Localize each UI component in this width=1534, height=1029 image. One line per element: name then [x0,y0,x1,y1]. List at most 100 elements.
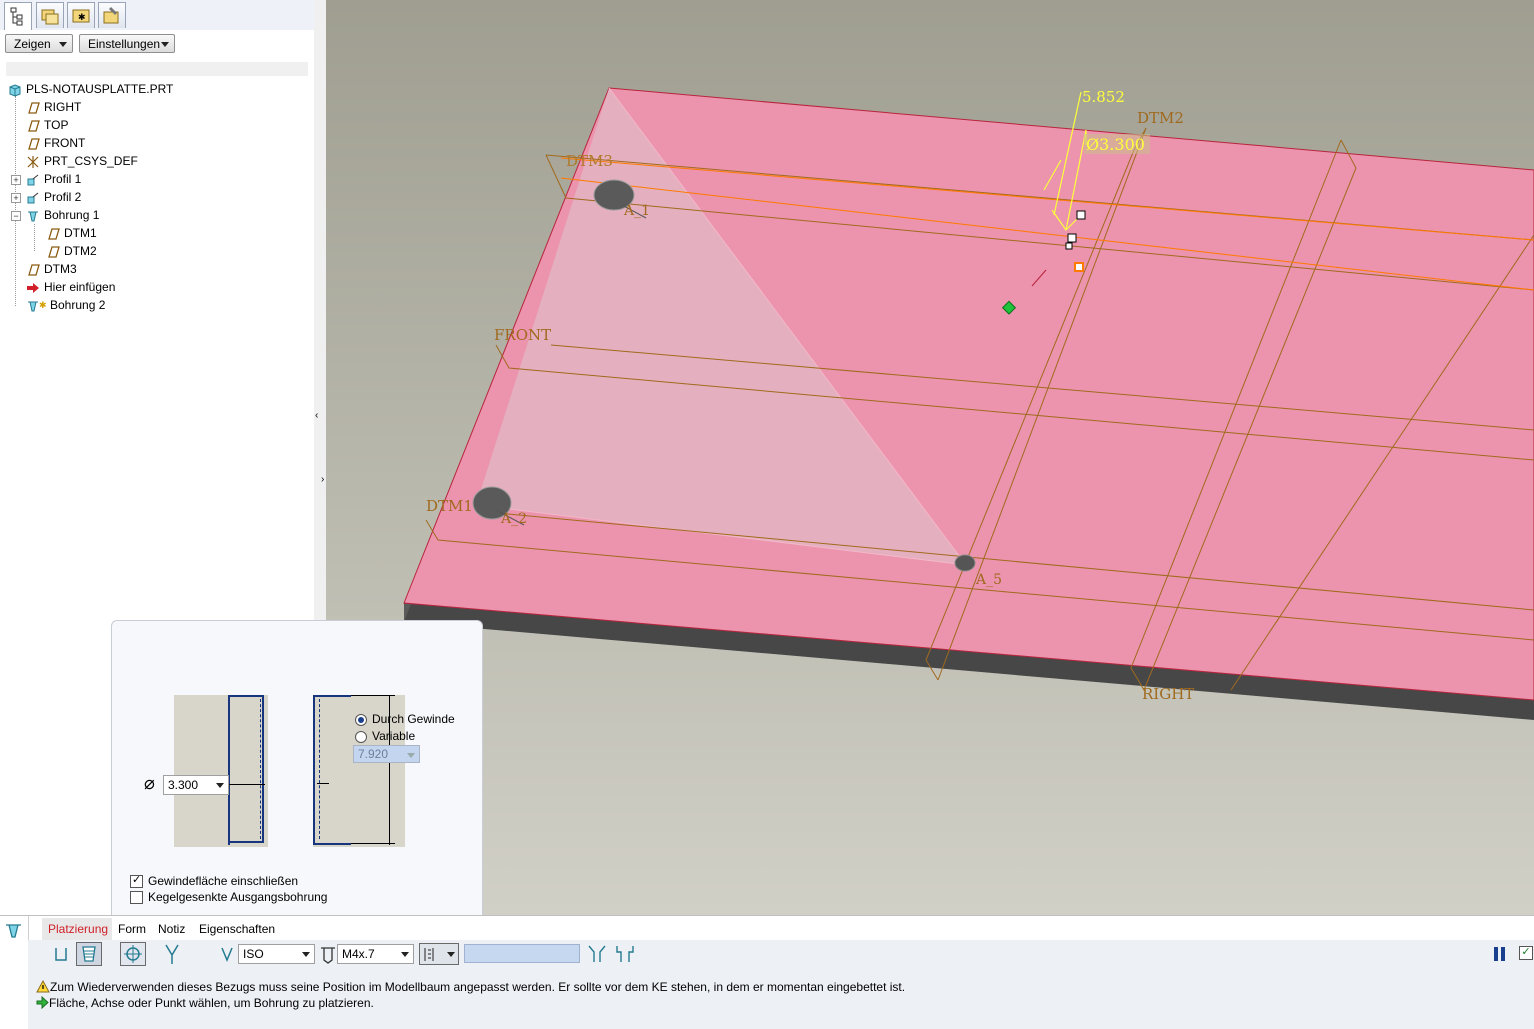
drag-handle[interactable] [1065,242,1073,250]
countersink-button[interactable] [584,942,610,966]
radio-variable-label: Variable [372,729,416,743]
standard-hole-button[interactable] [76,942,102,966]
checkbox-countersink-box[interactable] [130,891,143,905]
tree-item-insert-here[interactable]: Hier einfügen [26,278,115,296]
tab-placement[interactable]: Platzierung [42,918,115,940]
radio-through-thread[interactable]: Durch Gewinde [355,712,455,726]
message-area: Zum Wiederverwenden dieses Bezugs muss s… [28,974,1534,1029]
drag-handle[interactable] [1076,210,1086,220]
tab-model-tree[interactable] [4,2,32,30]
tab-properties[interactable]: Eigenschaften [193,918,281,940]
depth-value-field[interactable] [464,944,580,963]
datum-label-dtm3[interactable]: DTM3 [566,152,613,170]
tree-item-bohrung-1[interactable]: Bohrung 1 [26,206,99,224]
axis-label-a1[interactable]: A_1 [623,203,650,219]
dimension-diameter-label[interactable]: Ø3.300 [1086,135,1145,154]
datum-plane-icon [48,246,60,258]
checkmark-icon[interactable]: ✓ [1519,946,1533,960]
tree-item-profil-1[interactable]: Profil 1 [26,170,81,188]
message-warning: Zum Wiederverwenden dieses Bezugs muss s… [36,979,905,995]
diameter-combobox[interactable]: 3.300 [163,775,229,795]
datum-label-dtm1[interactable]: DTM1 [426,497,473,515]
model-tree-panel: ✱ Zeigen Einstellungen PLS-NOTAUSPLATTE.… [0,0,315,620]
tree-item-front[interactable]: FRONT [26,134,85,152]
model-graphics[interactable]: 5.852 Ø3.300 DTM2 DTM3 FRONT DTM1 RIGHT … [326,0,1534,915]
tab-shape-label: Form [118,922,146,936]
thread-dashed-line [319,699,320,839]
tree-toolbar: Zeigen Einstellungen [0,30,314,60]
tab-layers[interactable] [36,2,64,28]
graphics-window[interactable]: 5.852 Ø3.300 DTM2 DTM3 FRONT DTM1 RIGHT … [326,0,1534,915]
insert-arrow-icon [27,282,39,293]
tree-item-label: Bohrung 2 [50,298,106,312]
tree-item-bohrung-2[interactable]: ✱ Bohrung 2 [26,296,105,314]
radio-variable[interactable]: Variable [355,729,415,743]
tree-item-dtm2[interactable]: DTM2 [46,242,97,260]
settings-label: Einstellungen [88,37,161,51]
thread-outline [228,695,264,843]
dimension-distance-label[interactable]: 5.852 [1082,88,1125,106]
collapse-left-icon[interactable]: ‹ [315,410,318,421]
simple-hole-button[interactable] [48,942,74,966]
tree-item-right[interactable]: RIGHT [26,98,81,116]
checkbox-countersink-label: Kegelgesenkte Ausgangsbohrung [148,890,328,904]
checkbox-thread-surface-box[interactable]: ✓ [130,874,143,889]
expand-icon[interactable]: + [11,175,21,185]
datum-plane-icon [48,228,60,240]
radio-through-thread-button[interactable] [355,713,367,726]
message-warning-text: Zum Wiederverwenden dieses Bezugs muss s… [50,980,906,994]
drill-point-button[interactable] [160,942,186,966]
tree-item-dtm1[interactable]: DTM1 [46,224,97,242]
collapse-icon[interactable]: − [11,211,21,221]
show-dropdown[interactable]: Zeigen [5,34,73,53]
tree-item-label: Profil 2 [44,190,82,204]
tab-tools[interactable] [98,2,126,28]
expand-icon[interactable]: + [11,193,21,203]
favorites-folder-icon: ✱ [72,9,90,23]
chevron-down-icon [447,952,455,957]
checkbox-countersink[interactable]: Kegelgesenkte Ausgangsbohrung [130,890,328,905]
depth-dimension-line [317,783,329,784]
chevron-down-icon [302,952,310,957]
navigator-tabs: ✱ [0,0,314,31]
hole-a5[interactable] [954,554,976,572]
thread-standard-combobox[interactable]: ISO [238,944,315,964]
expand-right-icon[interactable]: › [321,474,324,485]
dimension-arrow [229,784,265,785]
tab-note-label: Notiz [158,922,186,936]
depth-option-dropdown[interactable] [419,943,459,965]
thread-preview-left [174,695,268,847]
axis-label-a5[interactable]: A_5 [975,572,1002,588]
datum-label-front[interactable]: FRONT [494,326,551,344]
pause-icon[interactable] [1494,947,1498,961]
checkbox-thread-surface-label: Gewindefläche einschließen [148,874,299,888]
checkbox-thread-surface[interactable]: ✓ Gewindefläche einschließen [130,874,299,889]
chevron-down-icon [401,952,409,957]
model-tree-icon [10,7,23,26]
counterbore-icon [616,946,634,962]
radio-variable-button[interactable] [355,730,367,743]
tree-item-profil-2[interactable]: Profil 2 [26,188,81,206]
tree-item-top[interactable]: TOP [26,116,68,134]
tree-line [34,224,35,251]
message-prompt: Fläche, Achse oder Punkt wählen, um Bohr… [36,995,374,1011]
tapped-hole-button[interactable] [120,942,146,966]
pause-icon[interactable] [1501,947,1505,961]
drag-handle[interactable] [1067,233,1077,243]
tab-note[interactable]: Notiz [152,918,191,940]
tab-favorites[interactable]: ✱ [67,2,95,28]
screw-size-combobox[interactable]: M4x.7 [337,944,414,964]
tree-item-dtm3[interactable]: DTM3 [26,260,77,278]
dashboard-feature-icon-area [0,916,29,1029]
tab-shape[interactable]: Form [112,918,152,940]
tree-item-root[interactable]: PLS-NOTAUSPLATTE.PRT [8,80,173,98]
counterbore-button[interactable] [612,942,638,966]
settings-dropdown[interactable]: Einstellungen [79,34,175,53]
drag-handle[interactable] [1074,262,1084,272]
datum-label-right[interactable]: RIGHT [1142,685,1194,703]
tree-item-label: Bohrung 1 [44,208,100,222]
tree-item-csys[interactable]: PRT_CSYS_DEF [26,152,138,170]
datum-label-dtm2[interactable]: DTM2 [1137,109,1184,127]
coordinate-system-icon [27,155,39,168]
axis-label-a2[interactable]: A_2 [500,511,527,527]
